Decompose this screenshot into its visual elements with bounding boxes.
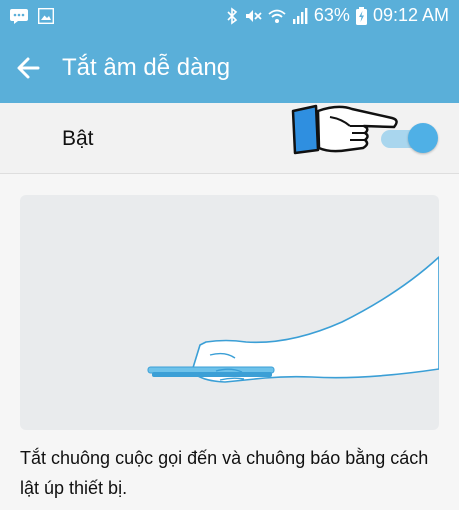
switch-knob[interactable] [408, 123, 438, 153]
message-icon [10, 8, 28, 24]
bluetooth-icon [227, 6, 238, 25]
app-bar: Tắt âm dễ dàng [0, 32, 459, 103]
page-title: Tắt âm dễ dàng [62, 54, 231, 81]
back-button[interactable] [16, 54, 46, 82]
arrow-left-icon [17, 57, 40, 79]
image-icon [38, 8, 54, 24]
flip-phone-illustration [20, 195, 439, 430]
status-bar: 63% 09:12 AM [0, 0, 459, 32]
battery-percent: 63% [313, 5, 350, 25]
mute-icon [245, 9, 262, 22]
hand-holding-phone-illustration [147, 256, 439, 383]
signal-icon [292, 7, 308, 24]
clock: 09:12 AM [372, 5, 449, 25]
toggle-label: Bật [62, 127, 94, 150]
description-text: Tắt chuông cuộc gọi đến và chuông báo bằ… [20, 448, 429, 498]
battery-charging-icon [355, 6, 367, 25]
pointing-hand-icon [291, 104, 398, 155]
wifi-icon [268, 9, 286, 23]
